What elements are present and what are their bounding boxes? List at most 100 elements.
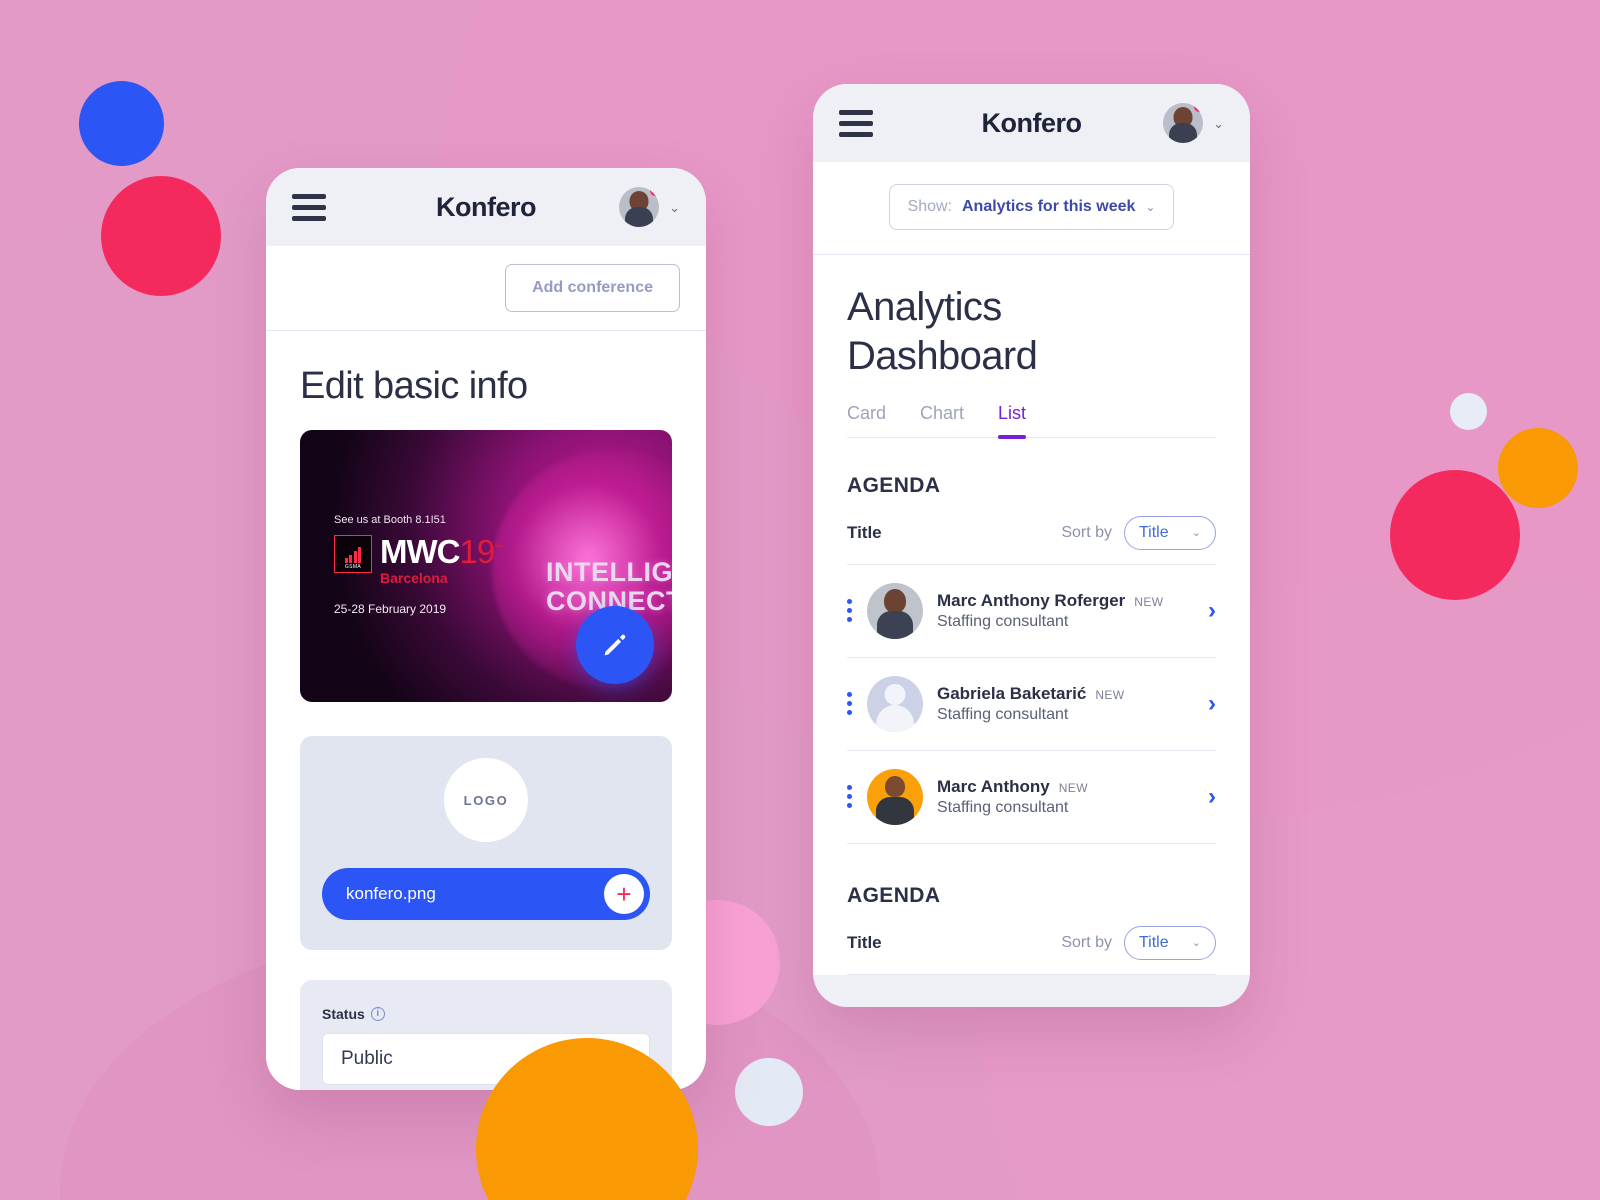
- avatar[interactable]: [1163, 103, 1204, 143]
- info-icon[interactable]: i: [370, 1007, 385, 1021]
- notification-dot-icon: [1194, 103, 1204, 112]
- chevron-right-icon[interactable]: ›: [1208, 690, 1216, 718]
- status-badge: NEW: [1134, 594, 1164, 609]
- phone-mockup-analytics: Konfero ⌄ Show: Analytics for this week …: [813, 84, 1250, 1007]
- banner-trademark: ™: [494, 543, 503, 553]
- banner-tagline-line1: INTELLIGENT: [546, 557, 672, 587]
- avatar: [867, 675, 923, 732]
- logo-upload-card: LOGO konfero.png +: [300, 736, 672, 950]
- agenda-section-toolbar: Title Sort by Title ⌄: [813, 498, 1250, 564]
- banner-info-block: See us at Booth 8.1I51 GSMA MWC19™ Barce…: [334, 514, 503, 616]
- view-tabs: Card Chart List: [847, 381, 1216, 439]
- list-item[interactable]: Gabriela Baketarić NEW Staffing consulta…: [847, 656, 1216, 750]
- kebab-menu-icon[interactable]: [847, 692, 853, 716]
- status-value: Public: [341, 1048, 393, 1069]
- right-app-header: Konfero ⌄: [813, 84, 1250, 162]
- hamburger-icon[interactable]: [839, 109, 873, 137]
- banner-event-dates: 25-28 February 2019: [334, 602, 447, 616]
- status-label-row: Status i: [322, 1006, 650, 1022]
- sort-by-label-2: Sort by: [1061, 933, 1112, 951]
- agenda-section-heading: AGENDA: [847, 473, 941, 497]
- sort-by-select[interactable]: Title ⌄: [1124, 515, 1216, 550]
- dashboard-title-line2: Dashboard: [847, 333, 1038, 378]
- show-filter-select[interactable]: Show: Analytics for this week ⌄: [888, 184, 1175, 230]
- list-item-role: Staffing consultant: [937, 706, 1069, 724]
- list-item-name: Marc Anthony Roferger: [937, 590, 1126, 610]
- kebab-menu-icon[interactable]: [847, 599, 853, 623]
- banner-event-text: MWC19™ Barcelona: [380, 533, 503, 586]
- banner-event-city: Barcelona: [380, 570, 448, 586]
- decorative-circle-blue: [79, 81, 164, 166]
- left-screen: Add conference Edit basic info See us at…: [266, 246, 706, 1090]
- banner-event-name: MWC: [380, 533, 460, 570]
- tab-card[interactable]: Card: [847, 403, 886, 437]
- chevron-down-icon: ⌄: [1191, 937, 1201, 950]
- agenda-section-heading-2: AGENDA: [847, 883, 941, 907]
- agenda-list: Marc Anthony Roferger NEW Staffing consu…: [813, 563, 1250, 844]
- list-item-name: Marc Anthony: [937, 776, 1050, 796]
- chevron-down-icon[interactable]: ⌄: [669, 201, 680, 214]
- gsma-label: GSMA: [344, 564, 362, 570]
- avatar[interactable]: [619, 187, 660, 227]
- list-item-name: Gabriela Baketarić: [937, 683, 1087, 703]
- right-user-menu[interactable]: ⌄: [1163, 103, 1224, 143]
- chevron-down-icon: ⌄: [1191, 527, 1201, 540]
- agenda-sort-group: Sort by Title ⌄: [1061, 515, 1216, 550]
- decorative-circle-orange-right: [1498, 428, 1578, 508]
- kebab-menu-icon[interactable]: [847, 785, 853, 809]
- add-conference-button[interactable]: Add conference: [505, 264, 680, 312]
- list-item-name-row: Marc Anthony Roferger NEW: [937, 590, 1194, 612]
- list-item-name-row: Gabriela Baketarić NEW: [937, 683, 1194, 705]
- gsma-logo-icon: GSMA: [334, 535, 372, 573]
- hamburger-bar: [839, 109, 873, 115]
- decorative-circle-white-right: [1450, 393, 1487, 430]
- edit-banner-fab[interactable]: [576, 606, 654, 684]
- chevron-down-icon[interactable]: ⌄: [1213, 117, 1224, 130]
- avatar: [867, 582, 923, 639]
- decorative-circle-white-bottom: [735, 1058, 803, 1126]
- phone-mockup-edit-info: Konfero ⌄ Add conference Edit basic info…: [266, 168, 706, 1090]
- tab-chart[interactable]: Chart: [920, 403, 964, 437]
- list-item-meta: Marc Anthony NEW Staffing consultant: [937, 776, 1194, 818]
- agenda-section-toolbar-2: Title Sort by Title ⌄: [813, 908, 1250, 974]
- right-screen: Show: Analytics for this week ⌄ Analytic…: [813, 162, 1250, 975]
- logo-placeholder: LOGO: [444, 758, 528, 842]
- left-action-bar: Add conference: [266, 246, 706, 331]
- left-user-menu[interactable]: ⌄: [619, 187, 680, 227]
- conference-banner-image: See us at Booth 8.1I51 GSMA MWC19™ Barce…: [300, 430, 672, 702]
- tab-list[interactable]: List: [998, 403, 1027, 439]
- agenda-column-title: Title: [847, 522, 882, 542]
- agenda-list-2: [813, 973, 1250, 975]
- agenda-sort-group-2: Sort by Title ⌄: [1061, 925, 1216, 960]
- list-item-name-row: Marc Anthony NEW: [937, 776, 1194, 798]
- chevron-right-icon[interactable]: ›: [1208, 783, 1216, 811]
- pencil-icon: [604, 634, 626, 656]
- gsma-bars: [344, 547, 362, 563]
- notification-dot-icon: [650, 187, 660, 196]
- hamburger-bar: [292, 215, 326, 221]
- chevron-right-icon[interactable]: ›: [1208, 597, 1216, 625]
- sort-by-select-2[interactable]: Title ⌄: [1124, 925, 1216, 960]
- banner-logo-row: GSMA MWC19™ Barcelona: [334, 533, 503, 586]
- list-item[interactable]: Marc Anthony NEW Staffing consultant ›: [847, 749, 1216, 844]
- hamburger-bar: [292, 193, 326, 199]
- banner-event-name-row: MWC19™: [380, 533, 503, 570]
- page-title: Edit basic info: [300, 365, 528, 407]
- decorative-circle-red-left: [101, 176, 221, 296]
- dashboard-title-line1: Analytics: [847, 285, 1002, 329]
- hamburger-icon[interactable]: [292, 193, 326, 221]
- left-app-header: Konfero ⌄: [266, 168, 706, 246]
- hamburger-bar: [292, 204, 326, 210]
- logo-file-pill[interactable]: konfero.png +: [322, 868, 650, 920]
- status-label: Status: [322, 1006, 365, 1022]
- sort-by-label: Sort by: [1061, 523, 1112, 541]
- banner-event-year: 19: [459, 533, 495, 570]
- banner-booth-text: See us at Booth 8.1I51: [334, 514, 446, 526]
- add-file-icon[interactable]: +: [604, 874, 644, 914]
- list-item[interactable]: Marc Anthony Roferger NEW Staffing consu…: [847, 563, 1216, 657]
- page-background: Konfero ⌄ Add conference Edit basic info…: [0, 0, 1600, 1200]
- status-badge: NEW: [1095, 687, 1125, 702]
- view-tabs-wrapper: Card Chart List: [813, 381, 1250, 439]
- list-item-role: Staffing consultant: [937, 613, 1069, 631]
- hamburger-bar: [839, 131, 873, 137]
